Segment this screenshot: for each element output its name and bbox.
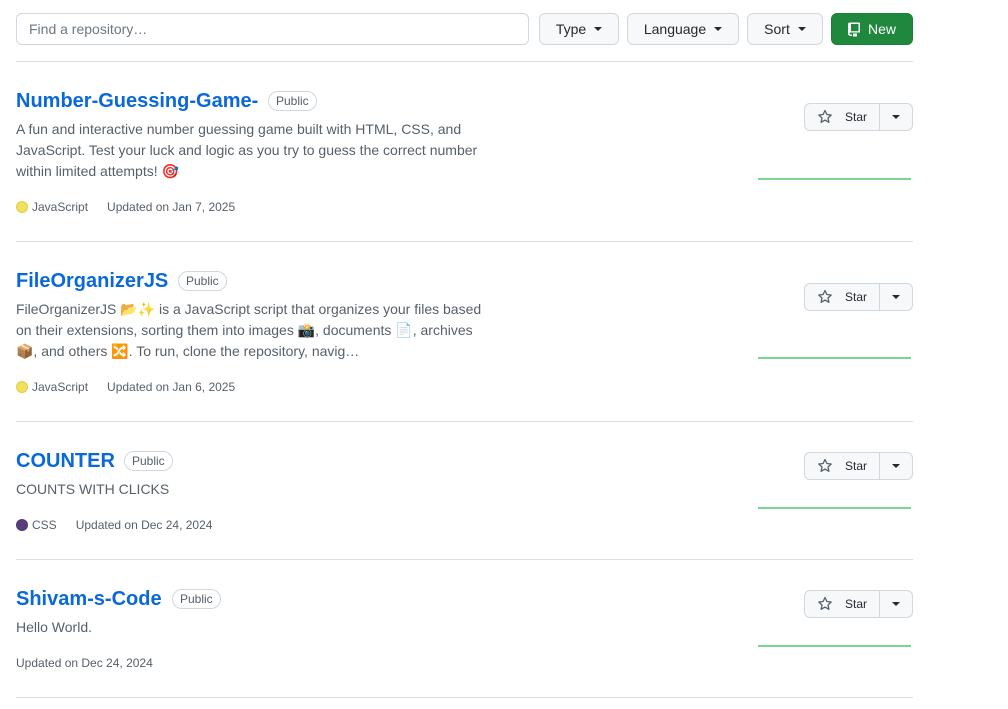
chevron-down-icon bbox=[714, 27, 723, 31]
divider bbox=[16, 241, 913, 242]
repository-description: Hello World. bbox=[16, 619, 92, 635]
language-color-dot bbox=[16, 519, 28, 531]
activity-sparkline bbox=[758, 645, 911, 647]
star-list-dropdown[interactable] bbox=[880, 590, 913, 618]
star-button-group: Star bbox=[804, 103, 913, 131]
star-label: Star bbox=[844, 459, 867, 473]
language-label: JavaScript bbox=[32, 200, 89, 214]
repository-description: A fun and interactive number guessing ga… bbox=[16, 121, 478, 179]
star-list-dropdown[interactable] bbox=[880, 283, 913, 311]
star-list-dropdown[interactable] bbox=[880, 452, 913, 480]
repository-description: FileOrganizerJS 📂✨ is a JavaScript scrip… bbox=[16, 301, 482, 359]
updated-time: Updated on Dec 24, 2024 bbox=[16, 656, 153, 670]
repository-meta: JavaScript Updated on Jan 6, 2025 bbox=[16, 380, 235, 394]
sort-button[interactable]: Sort bbox=[747, 13, 823, 45]
language-label: CSS bbox=[32, 518, 57, 532]
visibility-badge: Public bbox=[178, 271, 227, 291]
activity-sparkline bbox=[758, 507, 911, 509]
star-icon bbox=[818, 289, 832, 303]
star-label: Star bbox=[844, 597, 867, 611]
updated-time: Updated on Jan 7, 2025 bbox=[107, 200, 236, 214]
repo-icon bbox=[847, 22, 860, 37]
divider bbox=[16, 559, 913, 560]
activity-sparkline bbox=[758, 178, 911, 180]
star-button[interactable]: Star bbox=[804, 283, 880, 311]
star-label: Star bbox=[844, 110, 867, 124]
new-repository-button[interactable]: New bbox=[831, 13, 913, 45]
updated-time: Updated on Jan 6, 2025 bbox=[107, 380, 236, 394]
repository-description: COUNTS WITH CLICKS bbox=[16, 481, 170, 497]
new-label: New bbox=[867, 21, 896, 37]
chevron-down-icon bbox=[797, 27, 806, 31]
star-icon bbox=[818, 596, 832, 610]
star-icon bbox=[818, 109, 832, 123]
language-color-dot bbox=[16, 381, 28, 393]
chevron-down-icon bbox=[892, 115, 900, 119]
language-color-dot bbox=[16, 201, 28, 213]
chevron-down-icon bbox=[892, 602, 900, 606]
language-label: JavaScript bbox=[32, 380, 89, 394]
repository-filter-bar: Type Language Sort New bbox=[16, 13, 913, 45]
language-filter-button[interactable]: Language bbox=[627, 13, 739, 45]
star-list-dropdown[interactable] bbox=[880, 103, 913, 131]
chevron-down-icon bbox=[892, 295, 900, 299]
visibility-badge: Public bbox=[268, 91, 317, 111]
visibility-badge: Public bbox=[172, 589, 221, 609]
sort-label: Sort bbox=[764, 21, 790, 37]
repository-name-link[interactable]: Shivam-s-Code bbox=[16, 588, 162, 611]
visibility-badge: Public bbox=[124, 451, 173, 471]
repository-name-link[interactable]: COUNTER bbox=[16, 450, 115, 473]
divider bbox=[16, 61, 913, 62]
repository-meta: JavaScript Updated on Jan 7, 2025 bbox=[16, 200, 235, 214]
repository-name-link[interactable]: FileOrganizerJS bbox=[16, 270, 168, 293]
star-button-group: Star bbox=[804, 452, 913, 480]
divider bbox=[16, 421, 913, 422]
divider bbox=[16, 697, 913, 698]
star-button[interactable]: Star bbox=[804, 103, 880, 131]
chevron-down-icon bbox=[892, 464, 900, 468]
language-filter-label: Language bbox=[643, 21, 707, 37]
repository-meta: CSS Updated on Dec 24, 2024 bbox=[16, 518, 212, 532]
activity-sparkline bbox=[758, 357, 911, 359]
repository-name-link[interactable]: Number-Guessing-Game- bbox=[16, 90, 258, 113]
chevron-down-icon bbox=[594, 27, 603, 31]
star-button[interactable]: Star bbox=[804, 452, 880, 480]
updated-time: Updated on Dec 24, 2024 bbox=[75, 518, 213, 532]
star-label: Star bbox=[844, 290, 867, 304]
star-button-group: Star bbox=[804, 590, 913, 618]
star-icon bbox=[818, 458, 832, 472]
star-button[interactable]: Star bbox=[804, 590, 880, 618]
type-filter-label: Type bbox=[555, 21, 587, 37]
find-repository-input[interactable] bbox=[16, 13, 529, 45]
type-filter-button[interactable]: Type bbox=[539, 13, 619, 45]
repository-meta: Updated on Dec 24, 2024 bbox=[16, 656, 153, 670]
star-button-group: Star bbox=[804, 283, 913, 311]
